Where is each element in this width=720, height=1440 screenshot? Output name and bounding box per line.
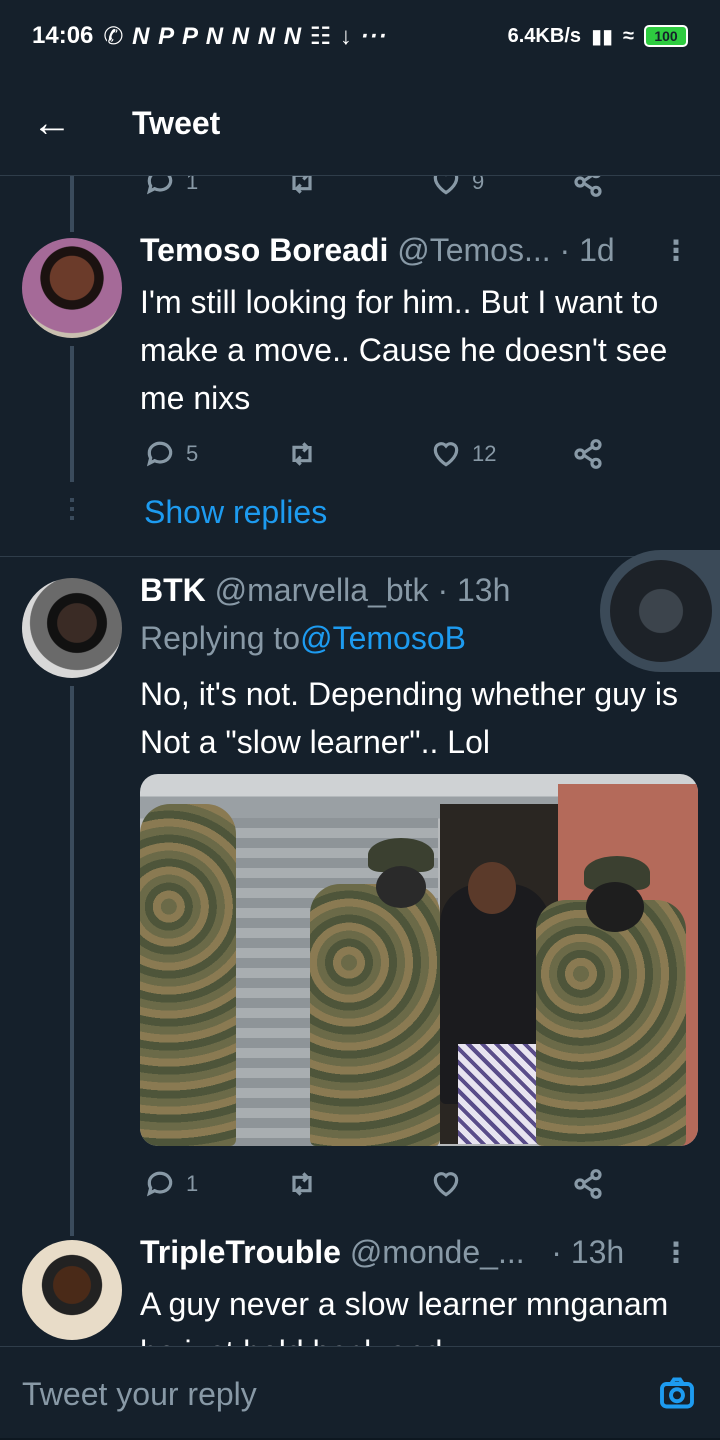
network-speed: 6.4KB/s [507, 24, 581, 47]
like-icon [433, 1172, 459, 1197]
tweet-actions: 5 12 [140, 434, 620, 474]
battery-icon: 100 [644, 25, 688, 47]
tweet-header: BTK @marvella_btk · 13h [140, 572, 510, 609]
user-handle[interactable]: @Temos... [397, 232, 550, 269]
reply-button[interactable]: 5 [144, 438, 198, 470]
retweet-button[interactable] [286, 1168, 328, 1200]
notification-icons: ✆ N P P N N N N ☷ ↓ ··· [103, 22, 388, 50]
camera-icon[interactable] [658, 1375, 696, 1411]
like-count: 12 [472, 441, 497, 466]
tweet-time: · 1d [559, 232, 615, 268]
retweet-icon [292, 1172, 312, 1196]
status-right: 6.4KB/s ▮▮ ≈ 100 [508, 24, 688, 49]
avatar[interactable] [22, 578, 122, 678]
tweet-time: · 13h [551, 1234, 625, 1270]
tweet-text: I'm still looking for him.. But I want t… [140, 284, 668, 416]
video-thumbnail [610, 560, 712, 662]
user-handle[interactable]: @monde_... [350, 1234, 525, 1271]
image-woman-head [468, 862, 516, 914]
status-bar: 14:06 ✆ N P P N N N N ☷ ↓ ··· 6.4KB/s ▮▮… [0, 0, 720, 72]
share-icon [574, 176, 602, 197]
thread-line [70, 176, 74, 232]
thread-line [70, 686, 74, 1236]
replying-to: Replying to @TemosoB [140, 620, 466, 657]
page-title: Tweet [132, 105, 221, 141]
image-soldier-head [376, 866, 426, 908]
more-icon[interactable]: ⋮ [662, 1236, 690, 1269]
reply-icon [146, 176, 173, 195]
share-icon [574, 439, 602, 469]
retweet-button[interactable] [286, 438, 328, 470]
show-replies-link[interactable]: Show replies [144, 494, 327, 531]
reply-icon [146, 1171, 173, 1197]
tweet-header: Temoso Boreadi @Temos... · 1d [140, 232, 615, 269]
replying-prefix: Replying to [140, 620, 301, 656]
replying-to-handle[interactable]: @TemosoB [300, 620, 466, 657]
tweet-actions: 1 [140, 1164, 620, 1204]
image-soldier-head [586, 882, 644, 932]
back-arrow-icon[interactable]: ← [0, 101, 104, 146]
reply-button[interactable]: 1 [144, 1168, 198, 1200]
reply-bar [0, 1346, 720, 1440]
reply-count: 1 [186, 1171, 199, 1196]
tweet-text: No, it's not. Depending whether guy is N… [140, 676, 678, 760]
top-header: ← Tweet [0, 72, 720, 176]
tweet-time: · 13h [437, 572, 511, 608]
wifi-icon: ≈ [623, 24, 634, 47]
signal-icon: ▮▮ [591, 25, 614, 48]
display-name[interactable]: BTK [140, 572, 206, 609]
display-name[interactable]: TripleTrouble [140, 1234, 341, 1271]
share-button[interactable] [572, 438, 604, 470]
retweet-icon [292, 442, 312, 466]
image-soldier-center [310, 884, 440, 1146]
reply-icon [146, 441, 173, 467]
status-time: 14:06 [32, 22, 94, 49]
like-button[interactable]: 12 [430, 438, 496, 470]
like-icon [433, 442, 459, 467]
reply-input[interactable] [22, 1369, 622, 1419]
image-skirt [458, 1044, 544, 1144]
image-soldier-left [140, 804, 236, 1146]
video-pip[interactable] [600, 550, 720, 672]
divider [0, 556, 720, 557]
avatar[interactable] [22, 1240, 122, 1340]
prev-tweet-actions: 1 9 [140, 176, 620, 202]
image-soldier-right [536, 900, 686, 1146]
reply-count: 5 [186, 441, 199, 466]
retweet-button[interactable] [286, 176, 318, 198]
like-icon [433, 176, 459, 195]
retweet-icon [292, 176, 312, 194]
reply-count: 1 [186, 176, 199, 194]
thread-content: 1 9 Temoso Boreadi @Temos... · 1d ⋮ I'm … [0, 176, 720, 1346]
reply-button[interactable]: 1 [144, 176, 198, 198]
like-count: 9 [472, 176, 485, 194]
avatar[interactable] [22, 238, 122, 338]
display-name[interactable]: Temoso Boreadi [140, 232, 388, 269]
tweet-text: A guy never a slow learner mnganam he ju… [140, 1286, 669, 1346]
thread-dots [70, 498, 74, 524]
tweet-header: TripleTrouble @monde_... · 13h [140, 1234, 624, 1271]
thread-line [70, 346, 74, 482]
share-button[interactable] [572, 176, 604, 198]
user-handle[interactable]: @marvella_btk [215, 572, 429, 609]
share-icon [574, 1169, 602, 1199]
more-icon[interactable]: ⋮ [662, 234, 690, 267]
tweet-image[interactable] [140, 774, 698, 1146]
like-button[interactable] [430, 1168, 472, 1200]
share-button[interactable] [572, 1168, 604, 1200]
like-button[interactable]: 9 [430, 176, 484, 198]
